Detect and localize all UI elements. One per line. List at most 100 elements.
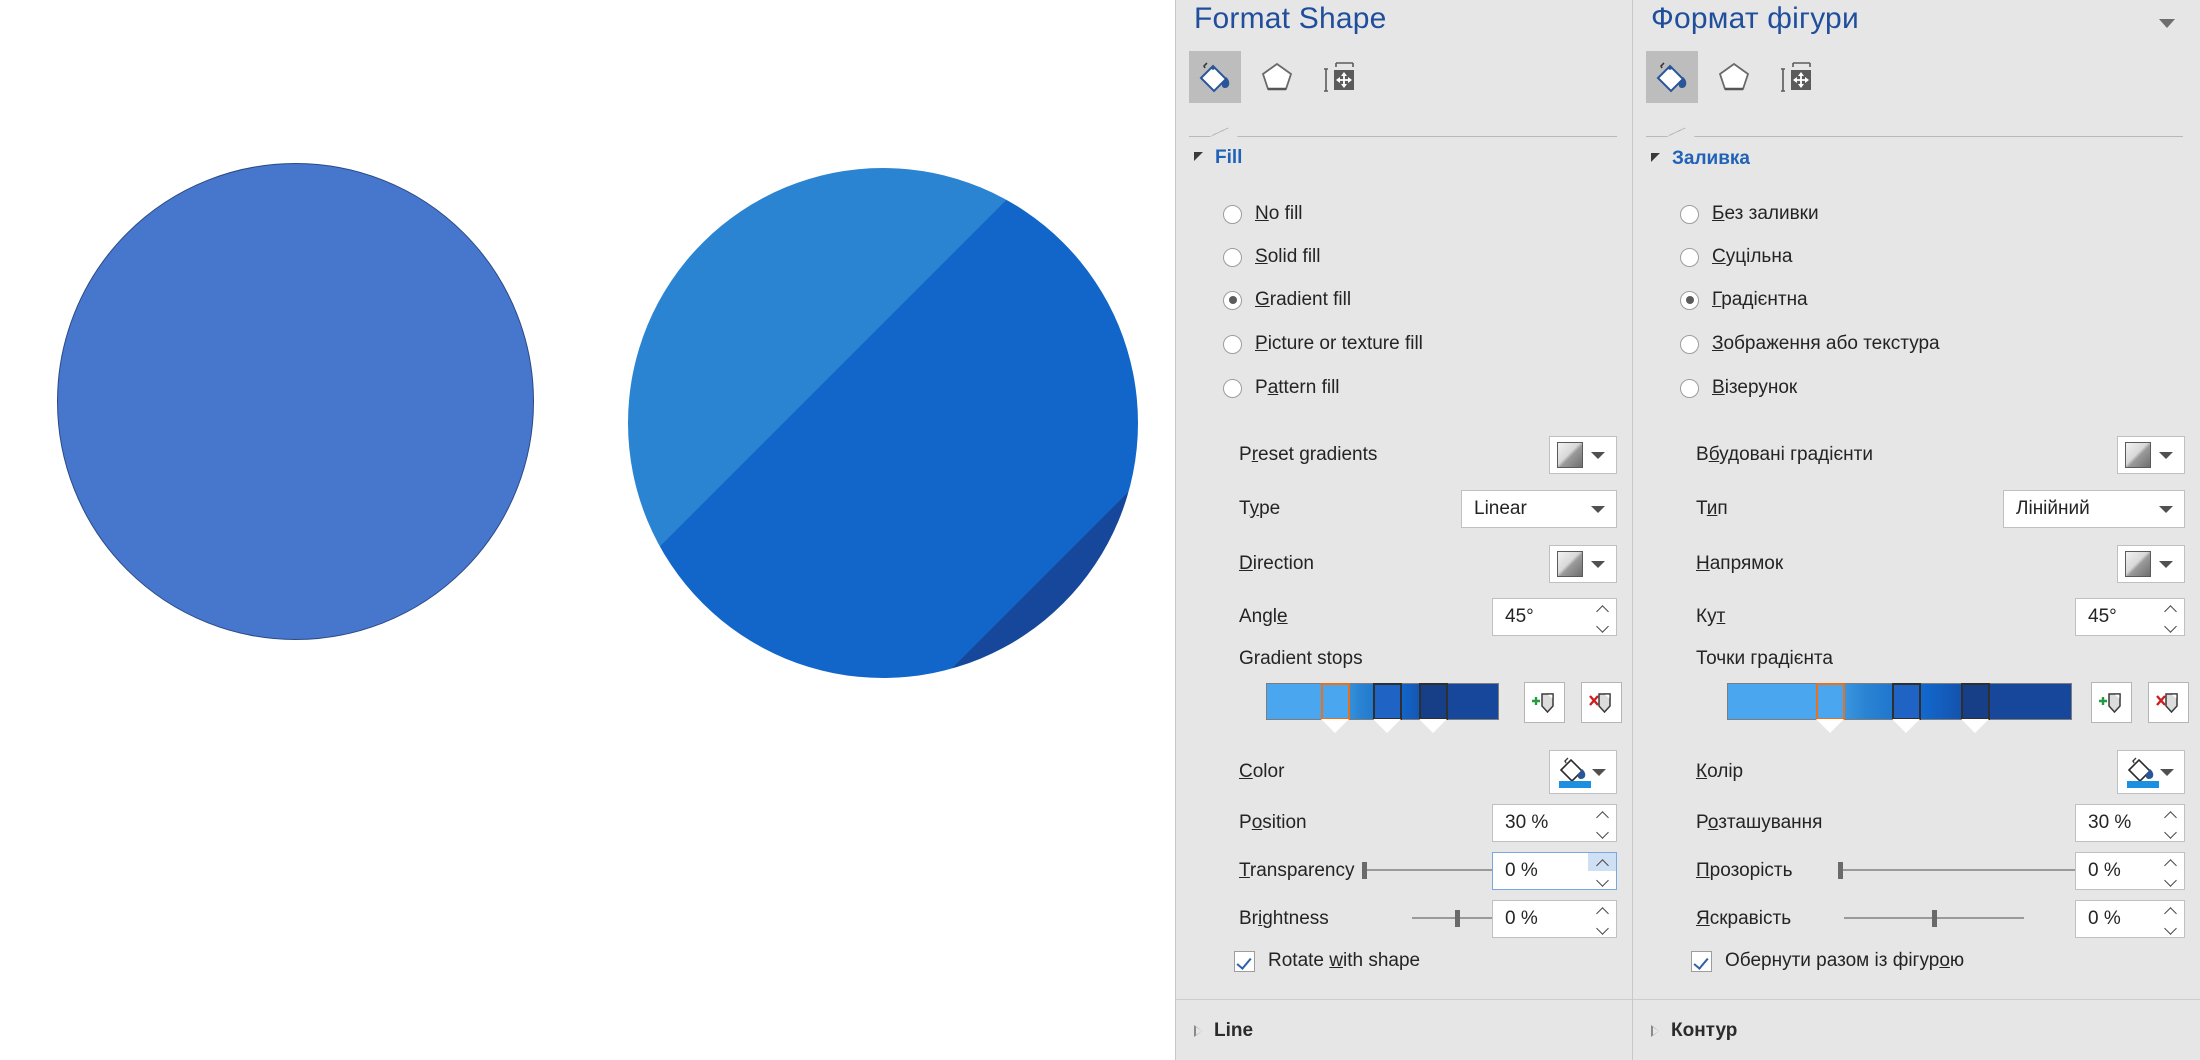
panel-options-chevron-down-icon[interactable] [2156, 14, 2178, 32]
fill-section-header[interactable]: Заливка [1651, 148, 1750, 170]
spinner-down-button[interactable] [2156, 617, 2184, 635]
tab-effects[interactable] [1708, 51, 1760, 103]
spinner-down-button[interactable] [1588, 919, 1616, 937]
brightness-spinner[interactable]: 0 % [2075, 900, 2185, 938]
slider-thumb[interactable] [1454, 910, 1460, 927]
label-pre: T [1239, 498, 1250, 519]
size-properties-icon [1781, 62, 1811, 92]
radio-indicator [1680, 290, 1699, 310]
rotate-with-shape-checkbox-row[interactable]: Rotate with shape [1234, 950, 1420, 972]
add-gradient-stop-button[interactable] [1524, 682, 1565, 723]
accel-char: e [1277, 606, 1288, 627]
fill-section-header[interactable]: Fill [1194, 147, 1242, 169]
stop-position-spinner[interactable]: 30 % [1492, 804, 1617, 842]
gradient-stops-slider[interactable] [1266, 683, 1499, 735]
spinner-down-button[interactable] [1588, 871, 1616, 889]
gradient-direction-button[interactable] [1549, 545, 1617, 583]
transparency-slider[interactable] [1362, 860, 1492, 880]
rotate-with-shape-checkbox-row[interactable]: Обернути разом із фігурою [1691, 950, 1964, 972]
spinner-up-button[interactable] [2156, 853, 2184, 871]
add-gradient-stop-button[interactable] [2091, 682, 2132, 723]
gradient-stop-marker[interactable] [1891, 683, 1921, 734]
gradient-stop-marker[interactable] [1960, 683, 1990, 734]
current-color-bar [2127, 781, 2159, 788]
tab-size-and-properties[interactable] [1313, 51, 1365, 103]
remove-gradient-stop-icon [1588, 692, 1611, 713]
slider-thumb[interactable] [1931, 910, 1937, 927]
section-divider [1633, 999, 2200, 1000]
solid-blue-circle-shape[interactable] [57, 163, 534, 640]
radio-gradient-fill[interactable]: Градієнтна [1680, 289, 1808, 311]
gradient-type-combobox[interactable]: Linear [1461, 490, 1617, 528]
radio-solid-fill[interactable]: Суцільна [1680, 246, 1792, 268]
stop-position-spinner[interactable]: 30 % [2075, 804, 2185, 842]
gradient-blue-circle-shape[interactable] [628, 168, 1138, 678]
radio-picture-or-texture-fill[interactable]: Зображення або текстура [1680, 333, 1940, 355]
gradient-stop-marker[interactable] [1321, 683, 1351, 734]
spinner-up-button[interactable] [2156, 805, 2184, 823]
preset-gradients-button[interactable] [1549, 436, 1617, 474]
spinner-up-button[interactable] [1588, 901, 1616, 919]
remove-gradient-stop-button[interactable] [1581, 682, 1622, 723]
chevron-down-icon [2159, 505, 2173, 513]
spinner-down-button[interactable] [2156, 919, 2184, 937]
label-rest: зташування [1718, 812, 1823, 833]
gradient-stop-marker[interactable] [1372, 683, 1402, 734]
slider-thumb[interactable] [1362, 862, 1367, 879]
transparency-slider[interactable] [1838, 860, 2086, 880]
radio-pattern-fill[interactable]: Візерунок [1680, 377, 1797, 399]
slide-canvas[interactable] [0, 0, 1175, 1060]
radio-gradient-fill[interactable]: Gradient fill [1223, 289, 1351, 311]
gradient-type-combobox[interactable]: Лінійний [2003, 490, 2185, 528]
tab-fill-and-line[interactable] [1646, 51, 1698, 103]
stop-color-button[interactable] [2117, 750, 2185, 794]
spinner-down-button[interactable] [2156, 871, 2184, 889]
line-section-header[interactable]: Line [1194, 1020, 1253, 1042]
gradient-angle-spinner[interactable]: 45° [2075, 598, 2185, 636]
label-rest: скравість [1709, 908, 1792, 929]
line-section-header[interactable]: Контур [1651, 1020, 1737, 1042]
spinner-up-button[interactable] [2156, 901, 2184, 919]
gradient-swatch-icon [2125, 442, 2151, 468]
gradient-stops-label: Точки градієнта [1696, 648, 1833, 669]
spinner-down-button[interactable] [2156, 823, 2184, 841]
preset-gradients-button[interactable] [2117, 436, 2185, 474]
accel-char: w [1329, 950, 1343, 971]
spinner-down-button[interactable] [1588, 823, 1616, 841]
spinner-down-button[interactable] [1588, 617, 1616, 635]
tab-effects[interactable] [1251, 51, 1303, 103]
spinner-up-button[interactable] [1588, 805, 1616, 823]
radio-no-fill[interactable]: Без заливки [1680, 203, 1819, 225]
accel-char: N [1255, 203, 1269, 224]
gradient-stop-marker[interactable] [1816, 683, 1845, 734]
gradient-stop-marker[interactable] [1419, 683, 1449, 734]
label-rest: ghtness [1262, 908, 1329, 929]
radio-no-fill[interactable]: No fill [1223, 203, 1303, 225]
label-rest: розорість [1709, 860, 1793, 881]
brightness-slider[interactable] [1844, 908, 2024, 928]
brightness-spinner[interactable]: 0 % [1492, 900, 1617, 938]
spinner-up-button[interactable] [1588, 599, 1616, 617]
radio-indicator [1223, 378, 1242, 398]
gradient-stops-slider[interactable] [1727, 683, 2072, 735]
spinner-up-button[interactable] [2156, 599, 2184, 617]
transparency-spinner[interactable]: 0 % [2075, 852, 2185, 890]
gradient-direction-button[interactable] [2117, 545, 2185, 583]
accel-char: o [1251, 812, 1263, 833]
brightness-slider[interactable] [1412, 908, 1502, 928]
tab-fill-and-line[interactable] [1189, 51, 1241, 103]
radio-solid-fill[interactable]: Solid fill [1223, 246, 1321, 268]
radio-pattern-fill[interactable]: Pattern fill [1223, 377, 1340, 399]
chevron-down-icon [2165, 875, 2176, 886]
spinner-buttons [2156, 805, 2184, 841]
slider-thumb[interactable] [1838, 862, 1843, 879]
spinner-up-button[interactable] [1588, 853, 1616, 871]
remove-gradient-stop-button[interactable] [2148, 682, 2189, 723]
gradient-angle-spinner[interactable]: 45° [1492, 598, 1617, 636]
tab-size-and-properties[interactable] [1770, 51, 1822, 103]
stop-marker-color [1321, 683, 1351, 720]
transparency-spinner[interactable]: 0 % [1492, 852, 1617, 890]
radio-picture-or-texture-fill[interactable]: Picture or texture fill [1223, 333, 1423, 355]
spinner-buttons [1588, 901, 1616, 937]
stop-color-button[interactable] [1549, 750, 1617, 794]
